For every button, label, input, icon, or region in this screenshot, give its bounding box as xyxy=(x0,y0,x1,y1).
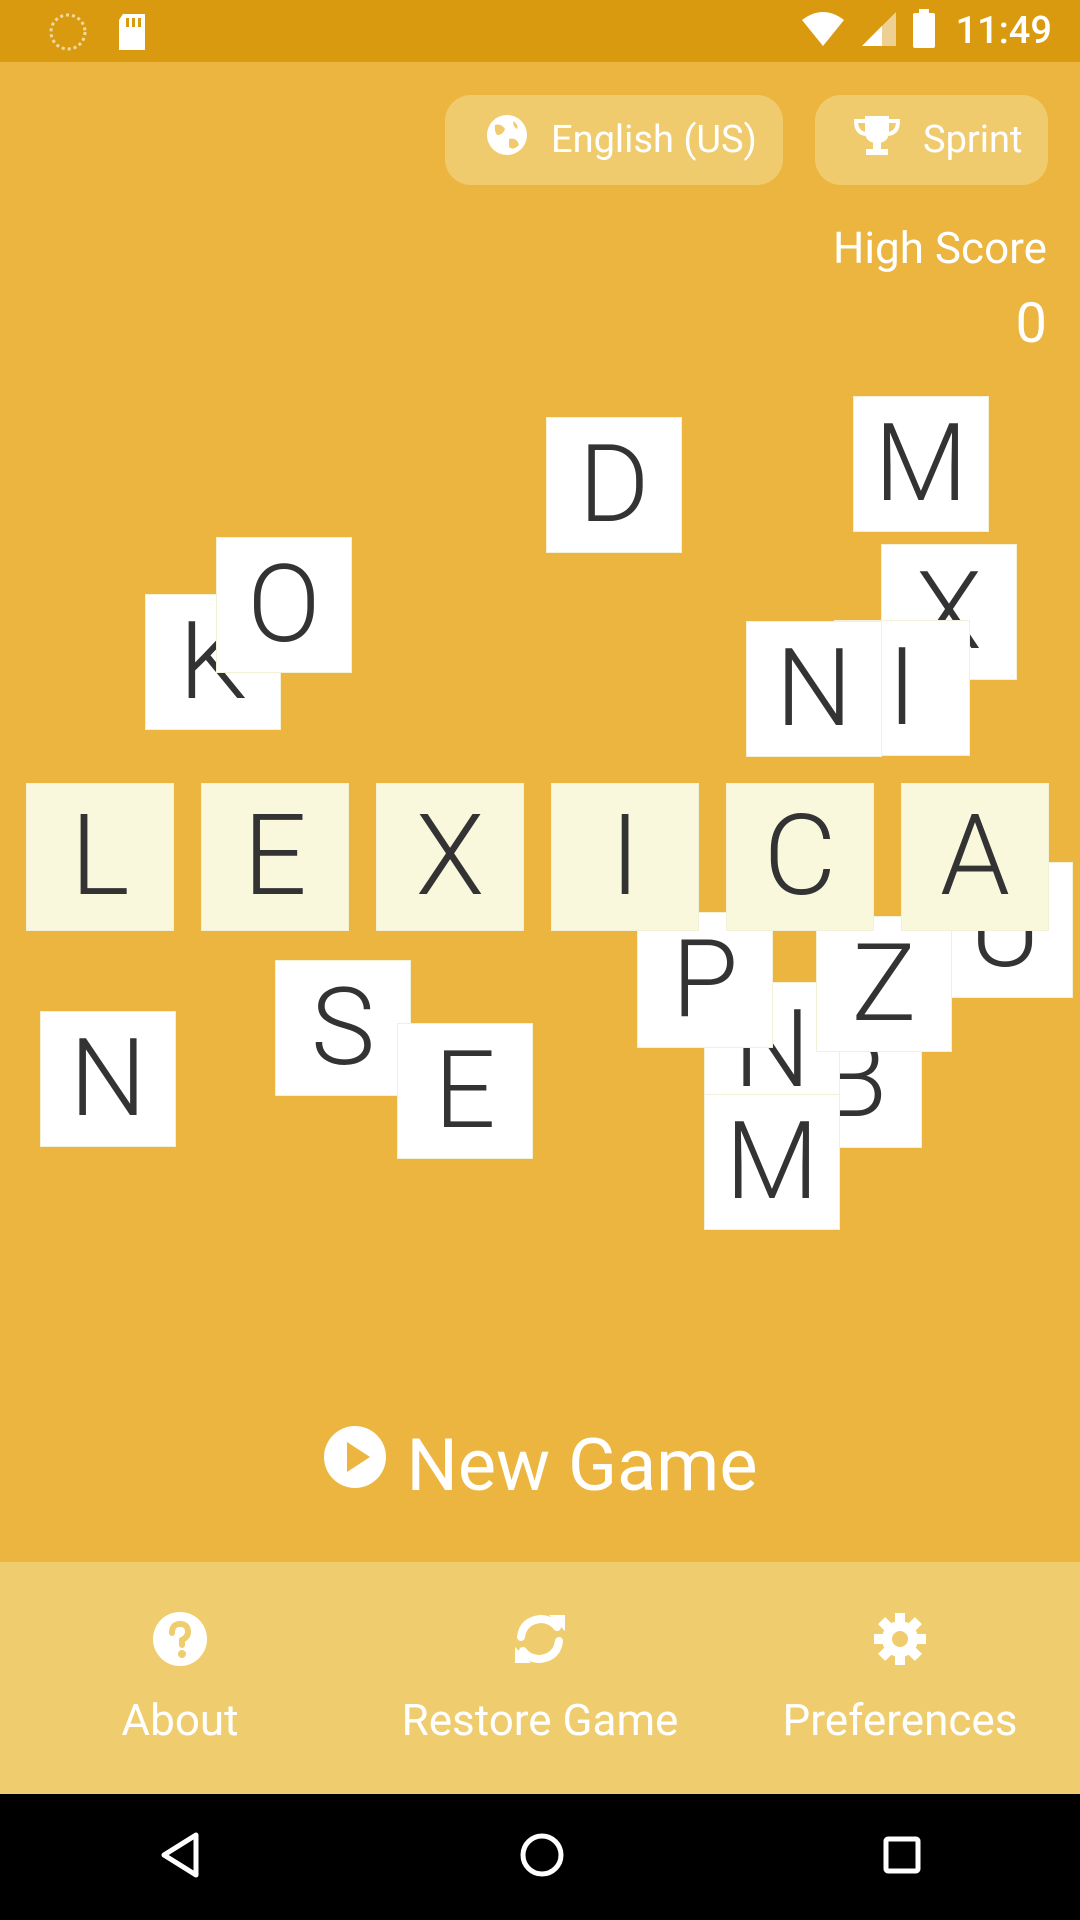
language-label: English (US) xyxy=(551,118,757,162)
globe-icon xyxy=(485,113,529,167)
letter-tile: D xyxy=(546,417,682,553)
title-tile-c: C xyxy=(726,783,874,931)
signal-icon xyxy=(860,10,898,52)
wifi-icon xyxy=(800,10,846,52)
high-score-label: High Score xyxy=(832,222,1047,274)
letter-tile: M xyxy=(853,396,989,532)
battery-icon xyxy=(912,9,936,53)
title-tile-e: E xyxy=(201,783,349,931)
letter-tile: N xyxy=(40,1011,176,1147)
letter-tile: O xyxy=(216,537,352,673)
letter-tile: Z xyxy=(816,916,952,1052)
loading-indicator-icon xyxy=(48,12,88,56)
clock: 11:49 xyxy=(955,9,1052,53)
play-circle-icon xyxy=(322,1423,388,1508)
bottom-action-bar: About Restore Game Preferences xyxy=(0,1562,1080,1794)
recents-icon[interactable] xyxy=(882,1835,922,1879)
new-game-label: New Game xyxy=(406,1422,758,1508)
help-icon xyxy=(152,1611,208,1678)
restore-game-label: Restore Game xyxy=(401,1693,679,1746)
letter-tile: E xyxy=(397,1023,533,1159)
game-mode-button[interactable]: Sprint xyxy=(815,95,1048,185)
about-label: About xyxy=(121,1693,239,1746)
title-tile-l: L xyxy=(26,783,174,931)
language-selector-button[interactable]: English (US) xyxy=(445,95,783,185)
preferences-label: Preferences xyxy=(782,1693,1018,1746)
letter-tile: S xyxy=(275,960,411,1096)
letter-tile: P xyxy=(637,912,773,1048)
gear-icon xyxy=(872,1611,928,1678)
mode-label: Sprint xyxy=(923,118,1023,162)
sd-card-icon xyxy=(115,12,149,56)
home-icon[interactable] xyxy=(519,1832,565,1882)
title-tile-i: I xyxy=(551,783,699,931)
status-bar: 11:49 xyxy=(0,0,1080,62)
letter-tile: M xyxy=(704,1094,840,1230)
refresh-icon xyxy=(511,1611,569,1678)
trophy-icon xyxy=(853,113,901,167)
title-tile-x: X xyxy=(376,783,524,931)
title-tile-a: A xyxy=(901,783,1049,931)
preferences-button[interactable]: Preferences xyxy=(720,1562,1080,1794)
about-button[interactable]: About xyxy=(0,1562,360,1794)
system-navigation-bar xyxy=(0,1794,1080,1920)
back-icon[interactable] xyxy=(158,1831,202,1883)
letter-tile: N xyxy=(746,621,882,757)
new-game-button[interactable]: New Game xyxy=(0,1420,1080,1510)
restore-game-button[interactable]: Restore Game xyxy=(360,1562,720,1794)
high-score-value: 0 xyxy=(1015,290,1047,356)
